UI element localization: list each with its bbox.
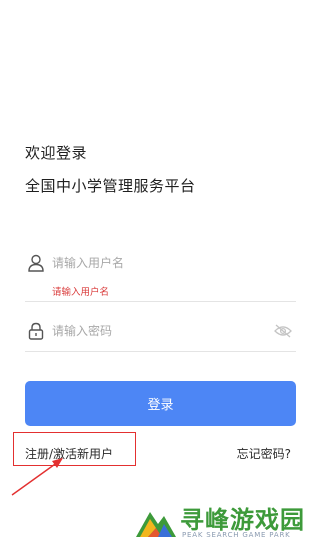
watermark-subtitle: PEAK SEARCH GAME PARK [182, 531, 291, 539]
password-underline [25, 351, 296, 352]
watermark-title: 寻峰游戏园 [180, 506, 305, 534]
lock-icon [28, 322, 44, 340]
password-input[interactable] [52, 319, 272, 343]
username-error-message: 请输入用户名 [52, 287, 110, 298]
username-input[interactable] [52, 251, 272, 275]
login-button[interactable]: 登录 [25, 381, 296, 426]
welcome-heading: 欢迎登录 [25, 144, 88, 162]
platform-title: 全国中小学管理服务平台 [25, 177, 196, 195]
login-page: 欢迎登录 全国中小学管理服务平台 请输入用户名 登录 注册/激活新用户 忘记密码… [0, 0, 320, 548]
username-underline [25, 301, 296, 302]
forgot-password-link[interactable]: 忘记密码? [237, 445, 291, 462]
eye-hidden-icon[interactable] [274, 324, 292, 338]
annotation-arrow-icon [11, 458, 63, 496]
watermark: 寻峰游戏园 PEAK SEARCH GAME PARK [134, 498, 318, 544]
username-field[interactable] [25, 247, 296, 281]
watermark-mountain-logo [136, 512, 176, 537]
user-icon [28, 254, 44, 272]
password-field[interactable] [25, 315, 296, 349]
